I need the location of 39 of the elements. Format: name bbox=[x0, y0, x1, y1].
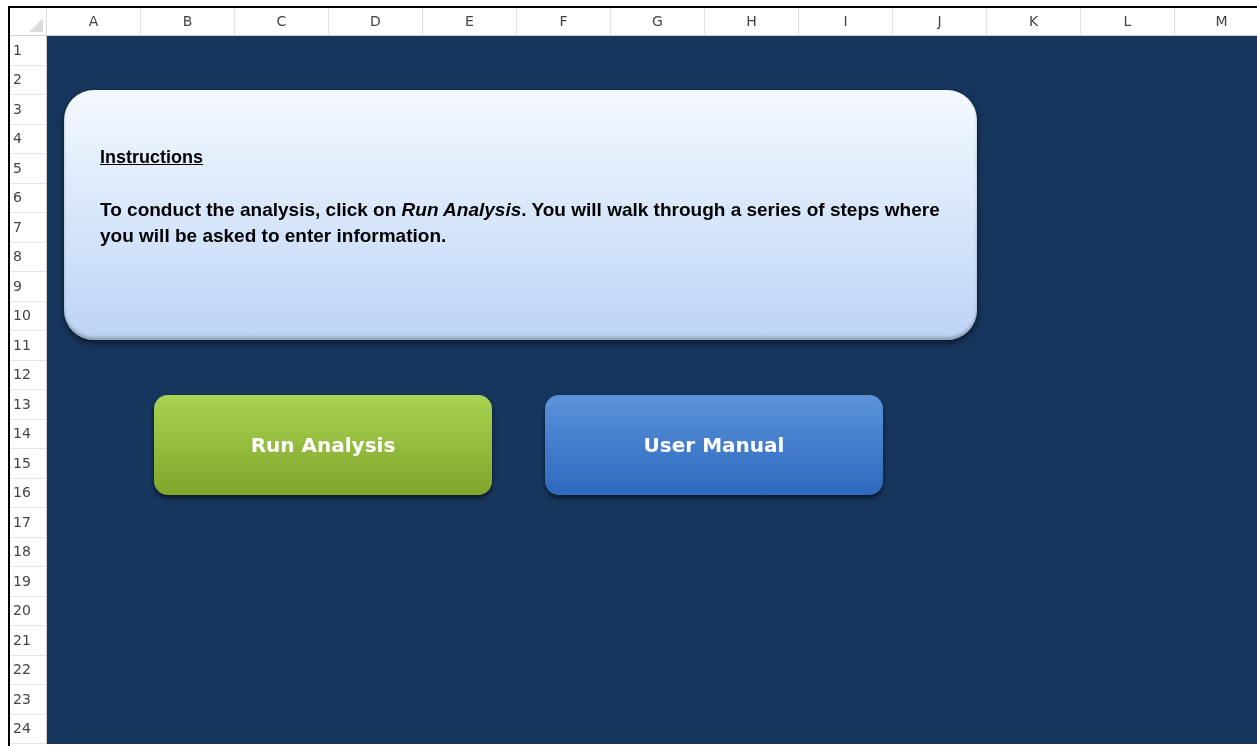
column-header[interactable]: E bbox=[423, 8, 517, 36]
column-header[interactable]: J bbox=[893, 8, 987, 36]
row-header[interactable]: 8 bbox=[10, 242, 47, 272]
row-header[interactable]: 13 bbox=[10, 390, 47, 420]
row-header[interactable]: 6 bbox=[10, 183, 47, 213]
row-header[interactable]: 15 bbox=[10, 449, 47, 479]
row-header[interactable]: 20 bbox=[10, 596, 47, 626]
row-header[interactable]: 7 bbox=[10, 213, 47, 243]
column-header[interactable]: D bbox=[329, 8, 423, 36]
macro-button[interactable]: User Manual bbox=[545, 395, 883, 495]
column-header[interactable]: H bbox=[705, 8, 799, 36]
row-header[interactable]: 22 bbox=[10, 655, 47, 685]
column-header[interactable]: A bbox=[47, 8, 141, 36]
row-header[interactable]: 10 bbox=[10, 301, 47, 331]
column-header[interactable]: F bbox=[517, 8, 611, 36]
row-header[interactable]: 3 bbox=[10, 95, 47, 125]
instructions-text: To conduct the analysis, click on Run Analysis. You will walk through a series of steps where you will be asked to enter information. bbox=[100, 198, 941, 248]
column-header[interactable]: B bbox=[141, 8, 235, 36]
row-header[interactable]: 11 bbox=[10, 331, 47, 361]
row-header[interactable]: 21 bbox=[10, 626, 47, 656]
row-header[interactable]: 18 bbox=[10, 537, 47, 567]
row-header[interactable]: 23 bbox=[10, 685, 47, 715]
column-header[interactable]: G bbox=[611, 8, 705, 36]
column-header[interactable]: C bbox=[235, 8, 329, 36]
instructions-heading: Instructions bbox=[100, 146, 203, 169]
row-header[interactable]: 5 bbox=[10, 154, 47, 184]
row-header[interactable]: 16 bbox=[10, 478, 47, 508]
row-header[interactable]: 9 bbox=[10, 272, 47, 302]
column-header[interactable]: L bbox=[1081, 8, 1175, 36]
row-header[interactable]: 17 bbox=[10, 508, 47, 538]
row-header[interactable]: 4 bbox=[10, 124, 47, 154]
column-header[interactable]: I bbox=[799, 8, 893, 36]
row-header[interactable]: 2 bbox=[10, 65, 47, 95]
row-header[interactable]: 14 bbox=[10, 419, 47, 449]
row-header[interactable]: 19 bbox=[10, 567, 47, 597]
row-header[interactable]: 12 bbox=[10, 360, 47, 390]
row-header[interactable]: 24 bbox=[10, 714, 47, 744]
row-header[interactable]: 1 bbox=[10, 36, 47, 66]
column-header[interactable]: K bbox=[987, 8, 1081, 36]
